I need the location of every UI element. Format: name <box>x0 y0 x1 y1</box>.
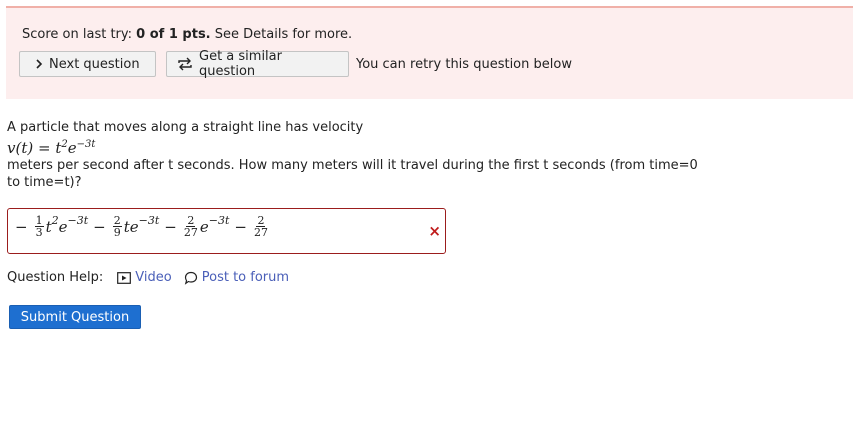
close-icon: × <box>428 222 441 240</box>
score-value: 0 of 1 pts. <box>136 27 211 42</box>
velocity-equals: = <box>38 139 51 157</box>
score-text: Score on last try: 0 of 1 pts. See Detai… <box>22 27 352 42</box>
next-question-button[interactable]: Next question <box>19 51 156 77</box>
submit-question-button[interactable]: Submit Question <box>9 305 141 329</box>
answer-minus-2: − <box>93 217 106 236</box>
answer-expression: − 13 t 2 e −3t − 29 te −3t − 2 27 e −3t − 2 27 <box>15 214 268 239</box>
answer-input[interactable]: − 13 t 2 e −3t − 29 te −3t − 2 27 e −3t − 2 27 … <box>7 208 446 254</box>
retry-message: You can retry this question below <box>356 57 572 72</box>
velocity-exponent-2: −3t <box>76 139 96 150</box>
fraction-3: 2 27 <box>183 214 198 239</box>
question-text: A particle that moves along a straight l… <box>7 119 707 191</box>
speech-bubble-icon <box>184 271 198 285</box>
post-to-forum-label: Post to forum <box>201 270 290 285</box>
velocity-e: e <box>67 139 77 157</box>
retry-arrows-icon <box>176 57 194 71</box>
chevron-right-icon <box>34 59 44 69</box>
answer-minus-4: − <box>234 217 247 236</box>
score-prefix: Score on last try: <box>22 27 133 42</box>
video-link-label: Video <box>135 270 172 285</box>
fraction-4: 2 27 <box>253 214 268 239</box>
next-question-label: Next question <box>49 56 140 72</box>
question-line-1: A particle that moves along a straight l… <box>7 120 364 135</box>
similar-question-label: Get a similar question <box>199 49 282 79</box>
answer-minus-3: − <box>164 217 177 236</box>
video-link[interactable]: Video <box>117 270 172 285</box>
question-line-2: meters per second after t seconds. How m… <box>7 158 698 190</box>
post-to-forum-link[interactable]: Post to forum <box>184 270 289 285</box>
fraction-1: 13 <box>34 214 44 239</box>
question-help-label: Question Help: <box>7 270 104 285</box>
video-icon <box>117 271 132 284</box>
fraction-2: 29 <box>112 214 122 239</box>
score-suffix: See Details for more. <box>214 27 353 42</box>
velocity-equation: v(t) = t2e−3t <box>7 136 707 157</box>
question-help: Question Help: Video Post to forum <box>7 270 289 285</box>
similar-question-button[interactable]: Get a similar question <box>166 49 349 79</box>
velocity-lhs: v(t) <box>7 139 34 157</box>
answer-minus-1: − <box>15 217 28 236</box>
